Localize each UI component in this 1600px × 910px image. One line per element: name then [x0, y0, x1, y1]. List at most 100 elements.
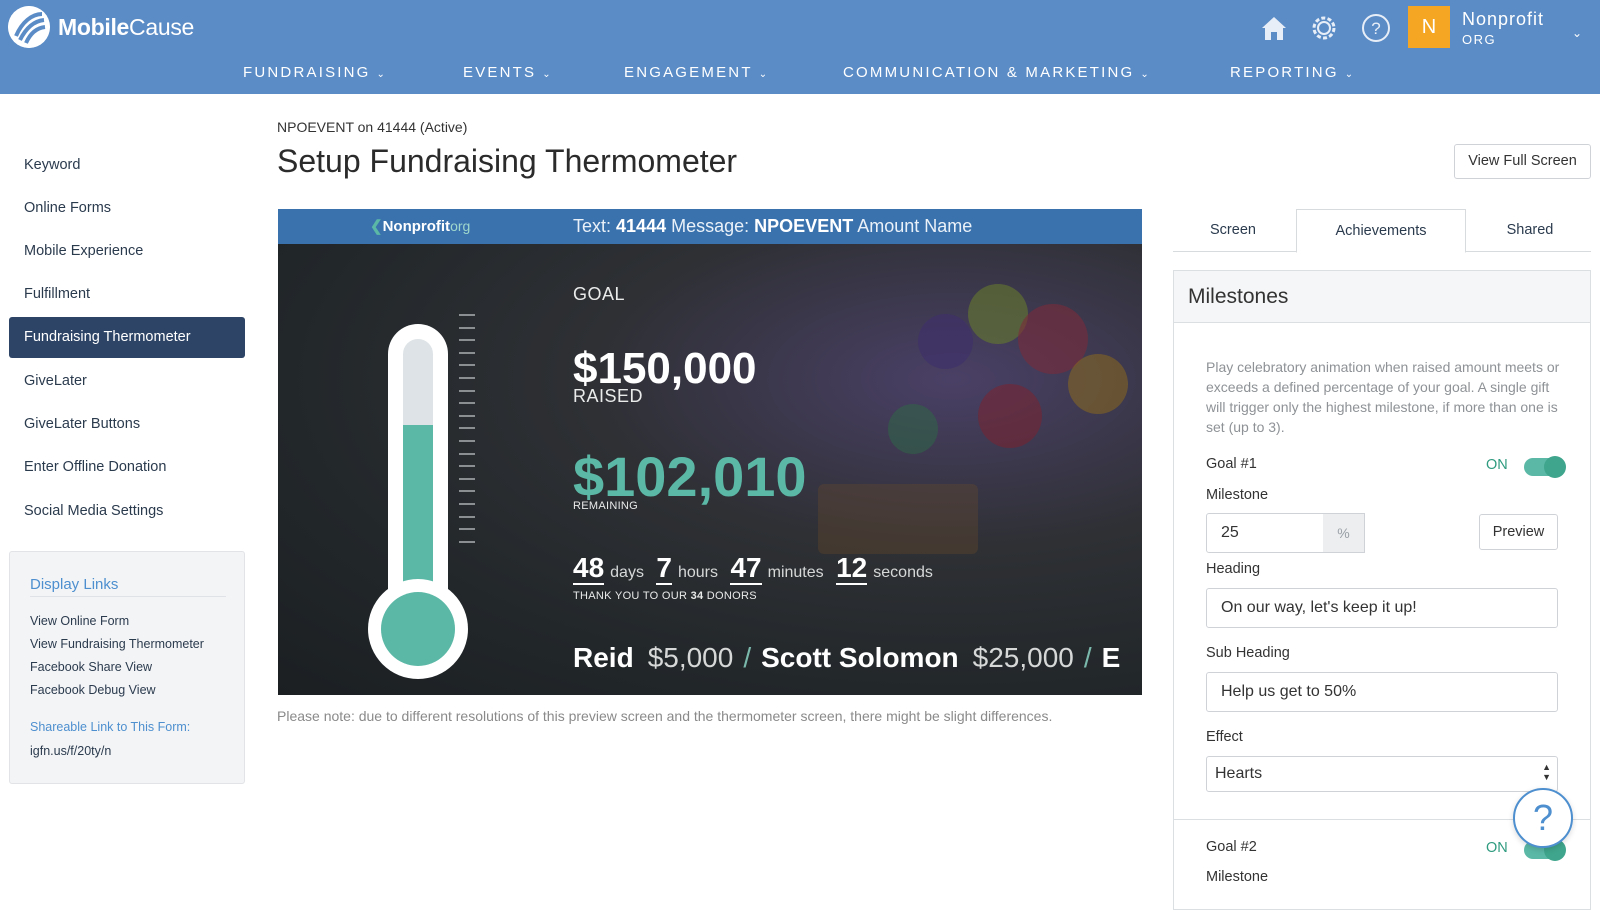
scale-tick	[459, 377, 475, 379]
display-links-title: Display Links	[30, 576, 119, 593]
donor-name: E	[1101, 642, 1121, 673]
toggle-knob	[1544, 456, 1566, 478]
brand-name: MobileCause	[58, 13, 195, 40]
balloon	[888, 404, 938, 454]
countdown-hours: 7	[656, 552, 672, 585]
scale-tick	[459, 364, 475, 367]
sub-heading-input[interactable]: Help us get to 50%	[1206, 672, 1558, 712]
nav-communication-marketing[interactable]: COMMUNICATION & MARKETING ⌄	[843, 64, 1149, 81]
brand-logo[interactable]: MobileCause	[8, 6, 194, 48]
scale-tick	[459, 490, 475, 493]
tent	[818, 484, 978, 554]
preview-logo: ❮Nonprofitorg	[370, 218, 471, 235]
scale-tick	[459, 427, 475, 430]
view-full-screen-button[interactable]: View Full Screen	[1454, 144, 1591, 179]
donors-thanks: THANK YOU TO OUR 34 DONORS	[573, 590, 757, 602]
donor-amount: $25,000	[972, 642, 1074, 673]
goal-1-label: Goal #1	[1206, 456, 1257, 472]
goal-2-state: ON	[1486, 840, 1508, 856]
sidebar-item-givelater-buttons[interactable]: GiveLater Buttons	[24, 416, 140, 432]
preview-button[interactable]: Preview	[1479, 514, 1558, 550]
sidebar-item-enter-offline-donation[interactable]: Enter Offline Donation	[24, 459, 166, 475]
nav-engagement[interactable]: ENGAGEMENT ⌄	[624, 64, 767, 81]
balloon	[978, 384, 1042, 448]
divider	[30, 596, 226, 597]
scale-tick	[459, 465, 475, 468]
goal-label: GOAL	[573, 284, 626, 304]
milestone-label: Milestone	[1206, 487, 1269, 503]
scale-tick	[459, 452, 475, 455]
org-name: Nonprofit	[1462, 9, 1545, 29]
percent-addon: %	[1323, 513, 1365, 553]
panel-title: Milestones	[1188, 285, 1289, 308]
scale-tick	[459, 351, 475, 354]
goal-1-toggle[interactable]	[1524, 456, 1566, 478]
select-arrows-icon: ▲ ▼	[1542, 762, 1551, 782]
chevron-down-icon: ⌄	[1344, 69, 1354, 80]
scale-tick	[459, 389, 475, 392]
effect-select[interactable]: Hearts ▲ ▼	[1206, 756, 1558, 792]
heading-input[interactable]: On our way, let's keep it up!	[1206, 588, 1558, 628]
milestone-input[interactable]: 25	[1206, 513, 1324, 553]
chevron-down-icon: ⌄	[542, 69, 551, 80]
thermometer-preview: ❮Nonprofitorg Text: 41444 Message: NPOEV…	[278, 209, 1142, 695]
breadcrumb: NPOEVENT on 41444 (Active)	[277, 119, 468, 135]
countdown-days: 48	[573, 552, 605, 585]
nav-reporting[interactable]: REPORTING ⌄	[1230, 64, 1353, 81]
donor-ticker: Reid $5,000/Scott Solomon $25,000/E	[573, 642, 1121, 673]
sidebar-item-social-media-settings[interactable]: Social Media Settings	[24, 503, 163, 519]
sidebar-item-mobile-experience[interactable]: Mobile Experience	[24, 243, 143, 259]
donor-amount: $5,000	[647, 642, 734, 673]
sidebar-item-online-forms[interactable]: Online Forms	[24, 200, 111, 216]
scale-tick	[459, 314, 475, 316]
countdown-minutes: 47	[730, 552, 762, 585]
chevron-down-icon: ⌄	[758, 69, 768, 80]
remaining-label: REMAINING	[573, 500, 639, 512]
mobilecause-logo-icon	[8, 6, 50, 48]
scale-tick	[459, 440, 475, 442]
org-sub: ORG	[1462, 32, 1497, 47]
link-view-fundraising-thermometer[interactable]: View Fundraising Thermometer	[30, 637, 204, 651]
scale-tick	[459, 515, 475, 518]
scale-tick	[459, 540, 475, 543]
leaf-icon: ❮	[370, 218, 383, 235]
link-facebook-debug-view[interactable]: Facebook Debug View	[30, 683, 156, 697]
scale-tick	[459, 477, 475, 480]
link-view-online-form[interactable]: View Online Form	[30, 614, 129, 628]
goal-1-state: ON	[1486, 457, 1508, 473]
preview-text-bar: ❮Nonprofitorg Text: 41444 Message: NPOEV…	[278, 209, 1142, 244]
main-nav: FUNDRAISING ⌄ EVENTS ⌄ ENGAGEMENT ⌄ COMMUNI…	[0, 64, 1600, 86]
milestone-2-label: Milestone	[1206, 869, 1269, 885]
home-icon[interactable]	[1258, 12, 1290, 44]
scale-tick	[459, 528, 475, 531]
chevron-down-icon[interactable]: ⌄	[1572, 26, 1582, 40]
tab-screen[interactable]: Screen	[1173, 209, 1293, 252]
chevron-down-icon: ⌄	[1140, 69, 1149, 80]
shareable-link-url[interactable]: igfn.us/f/20ty/n	[30, 744, 111, 758]
page-title: Setup Fundraising Thermometer	[277, 143, 738, 179]
sidebar-item-fundraising-thermometer[interactable]: Fundraising Thermometer	[9, 317, 245, 358]
org-switcher[interactable]: Nonprofit ORG	[1462, 9, 1544, 47]
sidebar-item-keyword[interactable]: Keyword	[24, 157, 80, 173]
top-header: MobileCause ? N Nonprofit ORG ⌄ FUNDRAIS…	[0, 0, 1600, 94]
sidebar-item-fulfillment[interactable]: Fulfillment	[24, 286, 90, 302]
tab-shared[interactable]: Shared	[1469, 209, 1591, 252]
scale-tick	[459, 414, 475, 417]
nav-fundraising[interactable]: FUNDRAISING ⌄	[243, 64, 385, 81]
shareable-link-label: Shareable Link to This Form:	[30, 720, 191, 734]
gear-icon[interactable]	[1308, 12, 1340, 44]
donor-name: Scott Solomon	[761, 642, 959, 673]
tab-achievements[interactable]: Achievements	[1296, 209, 1466, 253]
avatar[interactable]: N	[1408, 6, 1450, 48]
settings-tabs: Screen Achievements Shared	[1173, 209, 1591, 253]
nav-events[interactable]: EVENTS ⌄	[463, 64, 551, 81]
display-links-panel: Display Links View Online Form View Fund…	[9, 551, 245, 784]
link-facebook-share-view[interactable]: Facebook Share View	[30, 660, 152, 674]
sub-heading-label: Sub Heading	[1206, 645, 1290, 661]
question-icon[interactable]: ?	[1360, 12, 1392, 44]
balloon	[1068, 354, 1128, 414]
help-fab-button[interactable]: ?	[1513, 788, 1573, 848]
scale-tick	[459, 326, 475, 329]
sidebar-item-givelater[interactable]: GiveLater	[24, 373, 87, 389]
thermometer-bulb-fill	[381, 592, 455, 666]
